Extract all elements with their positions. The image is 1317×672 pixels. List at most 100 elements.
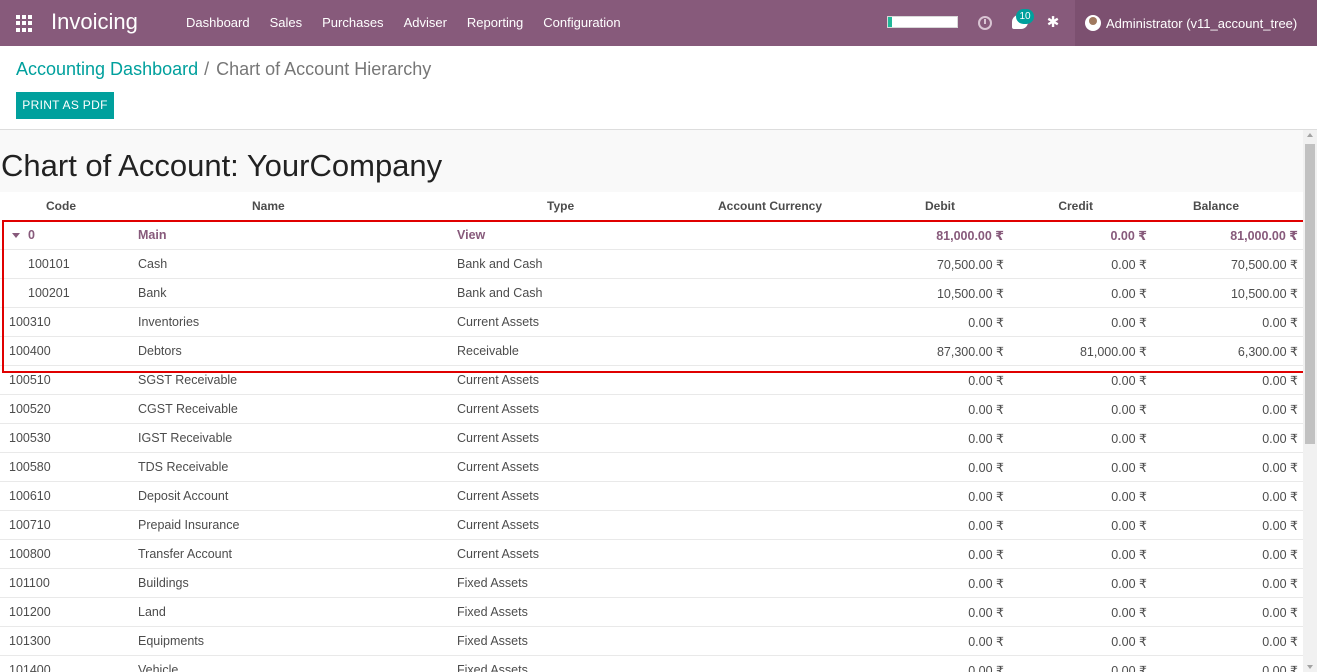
- cell-code: 101300: [9, 634, 51, 648]
- progress-bar[interactable]: [887, 16, 958, 28]
- chat-count-badge: 10: [1016, 9, 1034, 24]
- table-row[interactable]: 100520 CGST Receivable Current Assets 0.00 …: [0, 395, 1303, 424]
- cell-debit: 0.00 ₹: [968, 460, 1004, 475]
- table-row[interactable]: 100580 TDS Receivable Current Assets 0.00 ₹…: [0, 453, 1303, 482]
- scroll-up-arrow-icon[interactable]: [1307, 133, 1313, 137]
- cell-code: 100400: [9, 344, 51, 358]
- cell-balance: 0.00 ₹: [1262, 663, 1298, 672]
- table-row[interactable]: 100201 Bank Bank and Cash 10,500.00 ₹ 0.00 ₹…: [0, 279, 1303, 308]
- cell-debit: 87,300.00 ₹: [936, 344, 1004, 359]
- cell-credit: 0.00 ₹: [1111, 286, 1147, 301]
- cell-balance: 0.00 ₹: [1262, 518, 1298, 533]
- header-name: Name: [252, 199, 285, 213]
- menu-reporting[interactable]: Reporting: [457, 0, 533, 46]
- report-content: Chart of Account: YourCompany Code Name …: [0, 130, 1303, 672]
- apps-menu-icon[interactable]: [16, 15, 33, 32]
- cell-type: Fixed Assets: [457, 605, 528, 619]
- table-row[interactable]: 100530 IGST Receivable Current Assets 0.00 …: [0, 424, 1303, 453]
- cell-name: Prepaid Insurance: [138, 518, 240, 532]
- header-type: Type: [547, 199, 575, 213]
- table-row[interactable]: 100101 Cash Bank and Cash 70,500.00 ₹ 0.00 ₹…: [0, 250, 1303, 279]
- main-menu: Dashboard Sales Purchases Adviser Report…: [176, 0, 631, 46]
- table-row[interactable]: 100510 SGST Receivable Current Assets 0.00 …: [0, 366, 1303, 395]
- table-row[interactable]: 100400 Debtors Receivable 87,300.00 ₹ 81,000…: [0, 337, 1303, 366]
- cell-debit: 70,500.00 ₹: [936, 257, 1004, 272]
- cell-balance: 0.00 ₹: [1262, 460, 1298, 475]
- cell-balance: 0.00 ₹: [1262, 489, 1298, 504]
- cell-code: 101400: [9, 663, 51, 672]
- print-pdf-button[interactable]: PRINT AS PDF: [16, 92, 114, 119]
- cell-code: 100800: [9, 547, 51, 561]
- menu-dashboard[interactable]: Dashboard: [176, 0, 260, 46]
- vertical-scrollbar[interactable]: [1303, 130, 1317, 672]
- table-row[interactable]: 100610 Deposit Account Current Assets 0.00 …: [0, 482, 1303, 511]
- cell-credit: 0.00 ₹: [1111, 576, 1147, 591]
- cell-credit: 0.00 ₹: [1111, 663, 1147, 672]
- user-menu[interactable]: Administrator (v11_account_tree): [1075, 0, 1317, 46]
- cell-debit: 0.00 ₹: [968, 373, 1004, 388]
- cell-type: Current Assets: [457, 489, 539, 503]
- cell-type: Bank and Cash: [457, 257, 543, 271]
- cell-debit: 0.00 ₹: [968, 547, 1004, 562]
- top-navbar: Invoicing Dashboard Sales Purchases Advi…: [0, 0, 1317, 46]
- cell-balance: 0.00 ₹: [1262, 576, 1298, 591]
- debug-bug-icon[interactable]: ✱: [1045, 14, 1061, 32]
- user-name: Administrator (v11_account_tree): [1106, 15, 1298, 31]
- cell-balance: 10,500.00 ₹: [1230, 286, 1298, 301]
- menu-purchases[interactable]: Purchases: [312, 0, 393, 46]
- cell-type: Current Assets: [457, 315, 539, 329]
- cell-credit: 0.00 ₹: [1111, 489, 1147, 504]
- menu-adviser[interactable]: Adviser: [394, 0, 457, 46]
- breadcrumb: Accounting Dashboard / Chart of Account …: [16, 59, 431, 80]
- cell-debit: 10,500.00 ₹: [936, 286, 1004, 301]
- table-row[interactable]: 0 Main View 81,000.00 ₹ 0.00 ₹ 81,000.00 ₹: [0, 221, 1303, 250]
- table-row[interactable]: 101100 Buildings Fixed Assets 0.00 ₹ 0.00 ₹ 0…: [0, 569, 1303, 598]
- cell-credit: 0.00 ₹: [1111, 257, 1147, 272]
- cell-type: Current Assets: [457, 460, 539, 474]
- cell-name: Transfer Account: [138, 547, 233, 561]
- cell-name: Deposit Account: [138, 489, 229, 503]
- cell-credit: 0.00 ₹: [1111, 518, 1147, 533]
- breadcrumb-current: Chart of Account Hierarchy: [216, 59, 432, 79]
- caret-down-icon[interactable]: [12, 232, 20, 238]
- cell-code: 100530: [9, 431, 51, 445]
- cell-credit: 0.00 ₹: [1111, 402, 1147, 417]
- cell-name: Main: [138, 228, 167, 242]
- cell-credit: 0.00 ₹: [1111, 547, 1147, 562]
- breadcrumb-separator: /: [204, 59, 210, 79]
- table-row[interactable]: 101400 Vehicle Fixed Assets 0.00 ₹ 0.00 ₹ 0.0…: [0, 656, 1303, 672]
- cell-code: 100310: [9, 315, 51, 329]
- avatar: [1085, 15, 1101, 31]
- table-row[interactable]: 100310 Inventories Current Assets 0.00 ₹ 0.0…: [0, 308, 1303, 337]
- cell-name: CGST Receivable: [138, 402, 238, 416]
- header-credit: Credit: [1058, 199, 1093, 213]
- cell-type: Current Assets: [457, 518, 539, 532]
- table-row[interactable]: 100800 Transfer Account Current Assets 0.00…: [0, 540, 1303, 569]
- cell-name: Vehicle: [138, 663, 179, 672]
- cell-credit: 0.00 ₹: [1111, 431, 1147, 446]
- activity-clock-icon[interactable]: [978, 16, 992, 30]
- menu-configuration[interactable]: Configuration: [533, 0, 630, 46]
- breadcrumb-accounting-dashboard[interactable]: Accounting Dashboard: [16, 59, 198, 80]
- table-row[interactable]: 101300 Equipments Fixed Assets 0.00 ₹ 0.00 ₹…: [0, 627, 1303, 656]
- menu-sales[interactable]: Sales: [260, 0, 313, 46]
- report-title: Chart of Account: YourCompany: [1, 148, 443, 183]
- table-row[interactable]: 100710 Prepaid Insurance Current Assets 0.0…: [0, 511, 1303, 540]
- account-table: Code Name Type Account Currency Debit Cr…: [0, 192, 1303, 672]
- scroll-thumb[interactable]: [1305, 144, 1315, 444]
- cell-name: Buildings: [138, 576, 189, 590]
- progress-fill: [888, 17, 893, 27]
- cell-credit: 0.00 ₹: [1111, 315, 1147, 330]
- table-row[interactable]: 101200 Land Fixed Assets 0.00 ₹ 0.00 ₹ 0.00 ₹: [0, 598, 1303, 627]
- header-debit: Debit: [925, 199, 955, 213]
- cell-balance: 0.00 ₹: [1262, 373, 1298, 388]
- cell-debit: 0.00 ₹: [968, 605, 1004, 620]
- cell-balance: 70,500.00 ₹: [1230, 257, 1298, 272]
- scroll-down-arrow-icon[interactable]: [1307, 665, 1313, 669]
- cell-debit: 0.00 ₹: [968, 402, 1004, 417]
- cell-code: 101100: [9, 576, 50, 590]
- cell-debit: 0.00 ₹: [968, 518, 1004, 533]
- cell-type: Current Assets: [457, 431, 539, 445]
- cell-credit: 81,000.00 ₹: [1079, 344, 1147, 359]
- cell-balance: 0.00 ₹: [1262, 605, 1298, 620]
